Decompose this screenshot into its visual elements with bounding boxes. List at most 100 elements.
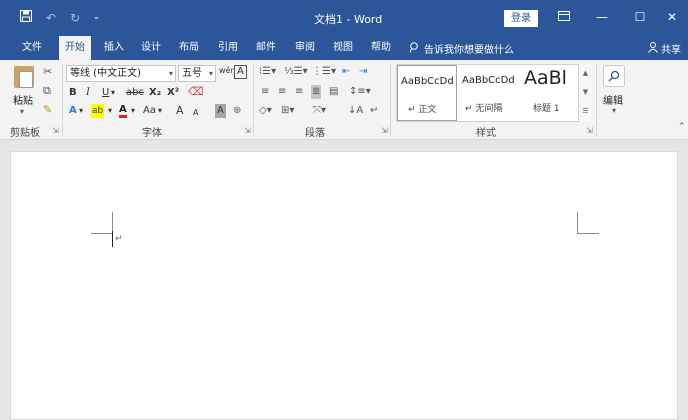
paragraph-group-label: 段落 [305,128,325,139]
document-page[interactable]: ↵ [10,151,678,420]
font-name-select[interactable]: 等线 (中文正文) ▾ [66,65,176,82]
share-button[interactable]: 共享 [648,41,681,56]
font-color-dropdown-icon[interactable]: ▾ [131,104,135,118]
font-dialog-launcher-icon[interactable]: ⇲ [244,126,251,135]
increase-indent-icon[interactable]: ⇥ [359,65,367,79]
highlight-dropdown-icon[interactable]: ▾ [108,104,112,118]
asian-layout-icon[interactable]: ⤧▾ [313,104,326,118]
paragraph-dialog-launcher-icon[interactable]: ⇲ [381,126,388,135]
undo-icon[interactable]: ↶ [46,11,56,25]
style-sample: AaBbCcDd [462,75,515,86]
cut-icon[interactable]: ✂ [43,65,52,78]
group-divider [62,64,63,136]
login-button[interactable]: 登录 [504,10,538,27]
ribbon: 粘贴 ▾ ✂ ⧉ ✎ 剪贴板 ⇲ 等线 (中文正文) ▾ 五号 ▾ wén A … [0,60,688,140]
tab-home[interactable]: 开始 [59,36,91,60]
align-right-icon[interactable]: ≡ [295,85,303,99]
paste-label[interactable]: 粘贴 [13,92,33,107]
font-size-select[interactable]: 五号 ▾ [178,65,216,82]
search-icon[interactable] [603,65,625,87]
customize-quick-access-icon[interactable]: ₌ [94,11,99,25]
style-normal[interactable]: AaBbCcDd ↵ 正文 [397,65,457,121]
superscript-button[interactable]: X² [167,86,179,100]
format-painter-icon[interactable]: ✎ [43,103,52,116]
tab-mailings[interactable]: 邮件 [256,41,276,55]
decrease-indent-icon[interactable]: ⇤ [342,65,350,79]
style-heading-1[interactable]: AaBl 标题 1 [521,65,581,121]
text-cursor [112,231,113,247]
document-title: 文档1 - Word [314,13,383,26]
collapse-ribbon-icon[interactable]: ⌃ [678,122,686,132]
minimize-icon[interactable]: — [590,9,614,25]
tab-insert[interactable]: 插入 [104,41,124,55]
clear-formatting-icon[interactable]: ⌫ [188,85,204,98]
close-icon[interactable]: ✕ [660,9,684,25]
paste-icon[interactable] [14,66,34,88]
clipboard-dialog-launcher-icon[interactable]: ⇲ [52,126,59,135]
character-border-icon[interactable]: A [234,65,247,79]
grow-font-icon[interactable]: A [176,104,184,118]
text-effects-icon[interactable]: A [69,104,77,118]
chevron-down-icon[interactable]: ▼ [579,83,592,102]
font-group-label: 字体 [142,128,162,139]
maximize-icon[interactable]: ☐ [628,9,652,25]
title-bar: ↶ ↻ ₌ 文档1 - Word 登录 — ☐ ✕ [0,0,688,36]
multilevel-list-icon[interactable]: ⋮☰▾ [312,65,336,79]
distributed-icon[interactable]: ▤ [329,85,338,99]
save-icon[interactable] [20,10,32,25]
editing-dropdown-icon[interactable]: ▾ [612,106,616,115]
enclose-characters-icon[interactable]: ⊕ [233,104,241,118]
character-shading-icon[interactable]: A [215,104,226,118]
borders-icon[interactable]: ⊞▾ [281,104,294,118]
font-color-icon[interactable]: A [119,104,127,118]
paragraph-mark: ↵ [115,234,123,244]
strikethrough-button[interactable]: abc [126,86,144,100]
show-hide-marks-icon[interactable]: ↵ [370,104,378,118]
bullets-icon[interactable]: ⁝☰▾ [259,65,276,79]
shrink-font-icon[interactable]: A [193,106,198,120]
margin-corner-top-left [91,212,113,234]
sort-icon[interactable]: ↓A [348,104,363,118]
tab-review[interactable]: 审阅 [295,41,315,55]
quick-access-toolbar: ↶ ↻ ₌ [20,10,99,25]
tab-layout[interactable]: 布局 [179,41,199,55]
more-styles-icon[interactable]: ☰ [579,102,592,121]
tab-references[interactable]: 引用 [218,41,238,55]
underline-dropdown-icon[interactable]: ▾ [111,86,115,100]
group-divider [596,64,597,136]
shading-icon[interactable]: ◇▾ [259,104,272,118]
italic-button[interactable]: I [86,86,90,100]
ribbon-tabs: 文件 开始 插入 设计 布局 引用 邮件 审阅 视图 帮助 告诉我你想要做什么 … [0,36,688,60]
editing-label[interactable]: 编辑 [603,92,623,107]
tab-view[interactable]: 视图 [333,41,353,55]
style-no-spacing[interactable]: AaBbCcDd ↵ 无间隔 [459,65,519,121]
tab-file[interactable]: 文件 [22,41,42,55]
justify-icon[interactable]: ≣ [311,85,322,99]
styles-dialog-launcher-icon[interactable]: ⇲ [586,126,593,135]
tell-me-box[interactable]: 告诉我你想要做什么 [409,41,514,56]
underline-button[interactable]: U [102,86,109,100]
text-effects-dropdown-icon[interactable]: ▾ [79,104,83,118]
copy-icon[interactable]: ⧉ [43,84,51,98]
redo-icon[interactable]: ↻ [70,11,80,25]
styles-group-label: 样式 [476,128,496,139]
tab-help[interactable]: 帮助 [371,41,391,55]
change-case-icon[interactable]: Aa [143,104,156,118]
numbering-icon[interactable]: ⅓☰▾ [284,65,308,79]
chevron-up-icon[interactable]: ▲ [579,64,592,83]
align-center-icon[interactable]: ≡ [278,85,286,99]
align-left-icon[interactable]: ≡ [261,85,269,99]
line-spacing-icon[interactable]: ↕≡▾ [349,85,371,99]
tab-design[interactable]: 设计 [141,41,161,55]
styles-scroll[interactable]: ▲ ▼ ☰ [578,64,592,122]
paste-dropdown-icon[interactable]: ▾ [20,107,24,116]
highlight-color-icon[interactable]: ab [91,104,105,118]
subscript-button[interactable]: X₂ [149,86,161,100]
tell-me-text: 告诉我你想要做什么 [424,45,514,56]
change-case-dropdown-icon[interactable]: ▾ [158,104,162,118]
ribbon-display-options-icon[interactable] [552,9,576,25]
clipboard-group-label: 剪贴板 [10,128,40,139]
bold-button[interactable]: B [69,86,77,100]
chevron-down-icon: ▾ [168,69,173,78]
chevron-down-icon: ▾ [208,69,213,78]
